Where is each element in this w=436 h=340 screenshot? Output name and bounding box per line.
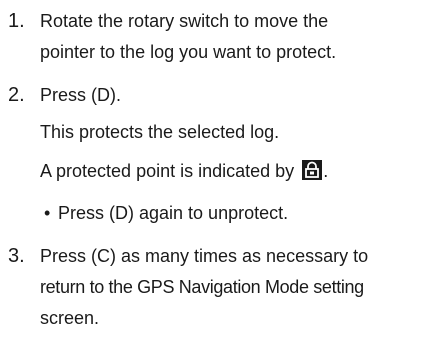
bullet-item: • Press (D) again to unprotect. xyxy=(44,198,430,229)
step-note: This protects the selected log. xyxy=(40,122,280,142)
step-number: 2. xyxy=(8,84,25,106)
step-1: 1. Rotate the rotary switch to move the … xyxy=(0,6,436,68)
step-text: Press (C) as many times as necessary to … xyxy=(40,241,430,334)
step-note-text: A protected point is indicated by xyxy=(40,161,295,181)
step-number: 1. xyxy=(8,10,25,32)
step-note-with-icon: A protected point is indicated by . xyxy=(40,156,430,187)
step-line: screen. xyxy=(40,308,100,328)
step-line: Press (D). xyxy=(40,85,121,105)
bullet-marker: • xyxy=(44,203,51,223)
step-text: Rotate the rotary switch to move the poi… xyxy=(40,6,430,68)
instruction-page: 1. Rotate the rotary switch to move the … xyxy=(0,0,436,340)
step-note-suffix: . xyxy=(323,161,329,181)
step-number: 3. xyxy=(8,245,25,267)
step-line: Rotate the rotary switch to move the xyxy=(40,11,329,31)
step-text: Press (D). xyxy=(40,80,430,111)
bullet-text: Press (D) again to unprotect. xyxy=(58,203,289,223)
step-line: pointer to the log you want to protect. xyxy=(40,42,337,62)
step-2: 2. Press (D). This protects the selected… xyxy=(0,80,436,240)
padlock-icon xyxy=(302,160,323,180)
step-3: 3. Press (C) as many times as necessary … xyxy=(0,241,436,337)
step-line: Press (C) as many times as necessary to xyxy=(40,246,369,266)
step-line: return to the GPS Navigation Mode settin… xyxy=(40,277,364,297)
